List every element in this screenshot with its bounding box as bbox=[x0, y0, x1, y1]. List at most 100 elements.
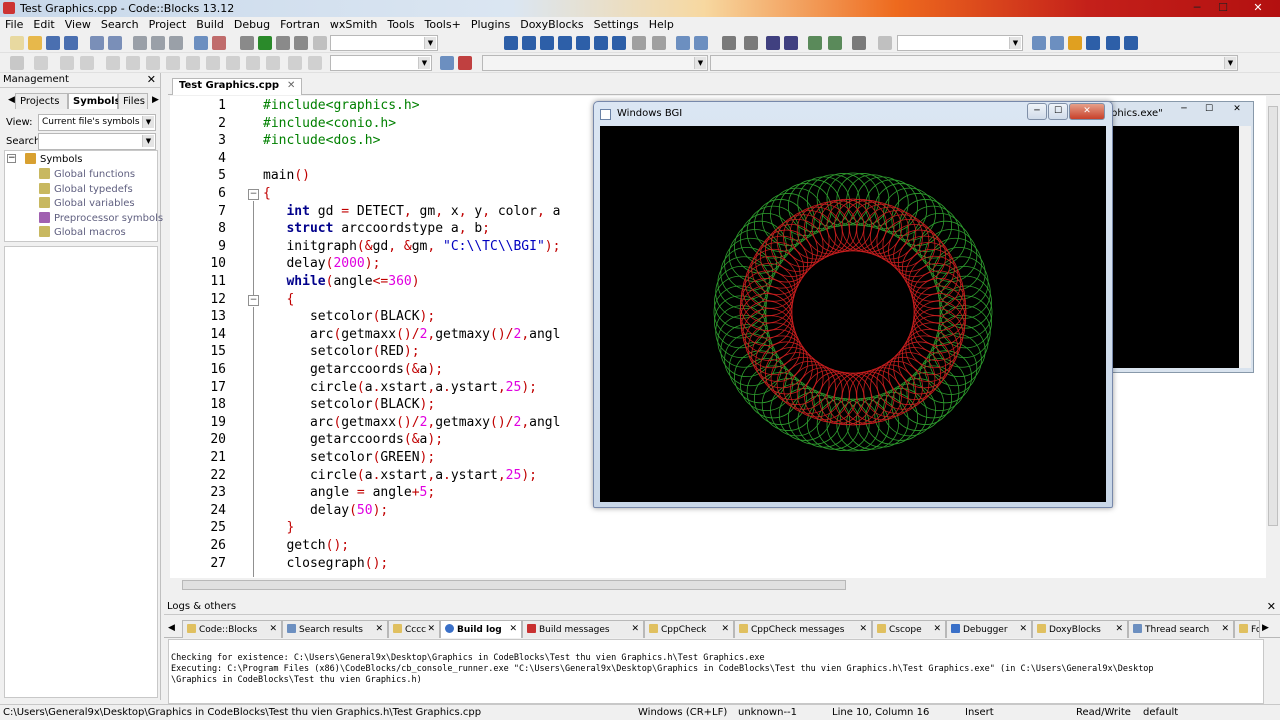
spacer-icon[interactable] bbox=[308, 56, 322, 70]
close-icon[interactable]: ✕ bbox=[859, 624, 867, 634]
build-target-combo[interactable]: ▼ bbox=[330, 35, 438, 51]
clear-symbol-icon[interactable] bbox=[458, 56, 472, 70]
tab-symbols[interactable]: Symbols bbox=[68, 93, 121, 109]
menu-help[interactable]: Help bbox=[644, 17, 679, 33]
find-icon[interactable] bbox=[194, 36, 208, 50]
tree-root[interactable]: Symbols bbox=[25, 153, 82, 165]
close-button[interactable]: ✕ bbox=[1236, 0, 1280, 17]
stop-debug-icon[interactable] bbox=[652, 36, 666, 50]
next-instruction-icon[interactable] bbox=[594, 36, 608, 50]
doxyblocks-icon[interactable] bbox=[808, 36, 822, 50]
doxyblocks-run-icon[interactable] bbox=[828, 36, 842, 50]
wx-dialog-icon[interactable] bbox=[80, 56, 94, 70]
console-scrollbar[interactable] bbox=[1239, 126, 1251, 368]
thread-search-combo[interactable]: ▼ bbox=[897, 35, 1023, 51]
tab-codeblocks[interactable]: Code::Blocks ✕ bbox=[182, 620, 282, 638]
console-window[interactable]: phics.exe" ─ ☐ ✕ bbox=[1108, 101, 1254, 373]
uncomment-icon[interactable] bbox=[784, 36, 798, 50]
maximize-icon[interactable]: ☐ bbox=[1048, 103, 1068, 120]
tab-build-log[interactable]: Build log ✕ bbox=[440, 620, 522, 638]
debug-continue-icon[interactable] bbox=[504, 36, 518, 50]
menu-edit[interactable]: Edit bbox=[28, 17, 59, 33]
tab-files[interactable]: Files bbox=[118, 93, 148, 109]
search-symbol-icon[interactable] bbox=[440, 56, 454, 70]
replace-text-icon[interactable] bbox=[1106, 36, 1120, 50]
select-icon[interactable] bbox=[1124, 36, 1138, 50]
tab-scroll-right-icon[interactable]: ▶ bbox=[148, 93, 163, 109]
view-select[interactable]: Current file's symbols ▼ bbox=[38, 114, 156, 131]
scope-combo[interactable]: ▼ bbox=[330, 55, 432, 71]
tree-item-preprocessor-symbols[interactable]: Preprocessor symbols bbox=[39, 212, 163, 224]
close-icon[interactable]: ✕ bbox=[287, 80, 295, 91]
close-icon[interactable]: ✕ bbox=[933, 624, 941, 634]
align-center-icon[interactable] bbox=[126, 56, 140, 70]
menu-search[interactable]: Search bbox=[96, 17, 144, 33]
run-to-cursor-icon[interactable] bbox=[522, 36, 536, 50]
paste-icon[interactable] bbox=[169, 36, 183, 50]
tab-cccc[interactable]: Cccc ✕ bbox=[388, 620, 440, 638]
close-icon[interactable]: ✕ bbox=[721, 624, 729, 634]
fold-toggle-icon[interactable]: − bbox=[248, 295, 259, 306]
bgi-graphics-window[interactable]: Windows BGI ─ ☐ ✕ bbox=[593, 101, 1113, 508]
step-instruction-icon[interactable] bbox=[612, 36, 626, 50]
save-icon[interactable] bbox=[46, 36, 60, 50]
new-file-icon[interactable] bbox=[10, 36, 24, 50]
tab-scroll-left-icon[interactable]: ◀ bbox=[168, 620, 178, 638]
menu-tools[interactable]: Tools bbox=[382, 17, 419, 33]
menu-fortran[interactable]: Fortran bbox=[275, 17, 325, 33]
maximize-button[interactable]: ☐ bbox=[1210, 0, 1236, 17]
align-left-icon[interactable] bbox=[106, 56, 120, 70]
menu-settings[interactable]: Settings bbox=[589, 17, 644, 33]
tab-fortran[interactable]: Fo bbox=[1234, 620, 1260, 638]
menu-view[interactable]: View bbox=[60, 17, 96, 33]
close-icon[interactable]: ✕ bbox=[1115, 624, 1123, 634]
pointer-icon[interactable] bbox=[10, 56, 24, 70]
build-gear-icon[interactable] bbox=[240, 36, 254, 50]
tab-test-graphics-cpp[interactable]: Test Graphics.cpp ✕ bbox=[172, 78, 303, 95]
tab-cppcheck-messages[interactable]: CppCheck messages ✕ bbox=[734, 620, 872, 638]
close-icon[interactable]: ✕ bbox=[375, 624, 383, 634]
wx-frame-icon[interactable] bbox=[34, 56, 48, 70]
tools-wrench-icon[interactable] bbox=[852, 36, 866, 50]
tab-thread-search[interactable]: Thread search ✕ bbox=[1128, 620, 1234, 638]
close-icon[interactable]: ✕ bbox=[269, 624, 277, 634]
tree-item-global-typedefs[interactable]: Global typedefs bbox=[39, 183, 133, 195]
comment-icon[interactable] bbox=[766, 36, 780, 50]
zoom-out-icon[interactable] bbox=[266, 56, 280, 70]
close-icon[interactable]: ✕ bbox=[1222, 102, 1252, 119]
menu-plugins[interactable]: Plugins bbox=[466, 17, 515, 33]
tab-build-messages[interactable]: Build messages ✕ bbox=[522, 620, 644, 638]
tree-item-global-macros[interactable]: Global macros bbox=[39, 226, 126, 238]
wx-panel-icon[interactable] bbox=[60, 56, 74, 70]
cut-icon[interactable] bbox=[133, 36, 147, 50]
scrollbar-thumb[interactable] bbox=[1268, 106, 1278, 526]
open-file-icon[interactable] bbox=[28, 36, 42, 50]
undo-icon[interactable] bbox=[90, 36, 104, 50]
menu-build[interactable]: Build bbox=[191, 17, 229, 33]
close-icon[interactable]: ✕ bbox=[509, 624, 517, 634]
search-nav-icon[interactable] bbox=[878, 36, 892, 50]
abort-icon[interactable] bbox=[313, 36, 327, 50]
close-icon[interactable]: ✕ bbox=[631, 624, 639, 634]
shrink-icon[interactable] bbox=[226, 56, 240, 70]
align-right-icon[interactable] bbox=[146, 56, 160, 70]
step-into-icon[interactable] bbox=[558, 36, 572, 50]
save-all-icon[interactable] bbox=[64, 36, 78, 50]
replace-icon[interactable] bbox=[212, 36, 226, 50]
tab-search-results[interactable]: Search results ✕ bbox=[282, 620, 388, 638]
close-icon[interactable]: ✕ bbox=[1019, 624, 1027, 634]
zoom-in-icon[interactable] bbox=[246, 56, 260, 70]
expand-icon[interactable] bbox=[206, 56, 220, 70]
minimize-icon[interactable]: ─ bbox=[1027, 103, 1047, 120]
fold-toggle-icon[interactable]: − bbox=[248, 189, 259, 200]
run-icon[interactable] bbox=[258, 36, 272, 50]
minimize-icon[interactable]: ─ bbox=[1172, 102, 1196, 119]
align-top-icon[interactable] bbox=[166, 56, 180, 70]
highlight-icon[interactable] bbox=[1068, 36, 1082, 50]
scrollbar-thumb[interactable] bbox=[182, 580, 846, 590]
jump-forward-icon[interactable] bbox=[744, 36, 758, 50]
menu-debug[interactable]: Debug bbox=[229, 17, 275, 33]
function-combo[interactable]: ▼ bbox=[482, 55, 708, 71]
tab-doxyblocks[interactable]: DoxyBlocks ✕ bbox=[1032, 620, 1128, 638]
menu-wxsmith[interactable]: wxSmith bbox=[325, 17, 383, 33]
